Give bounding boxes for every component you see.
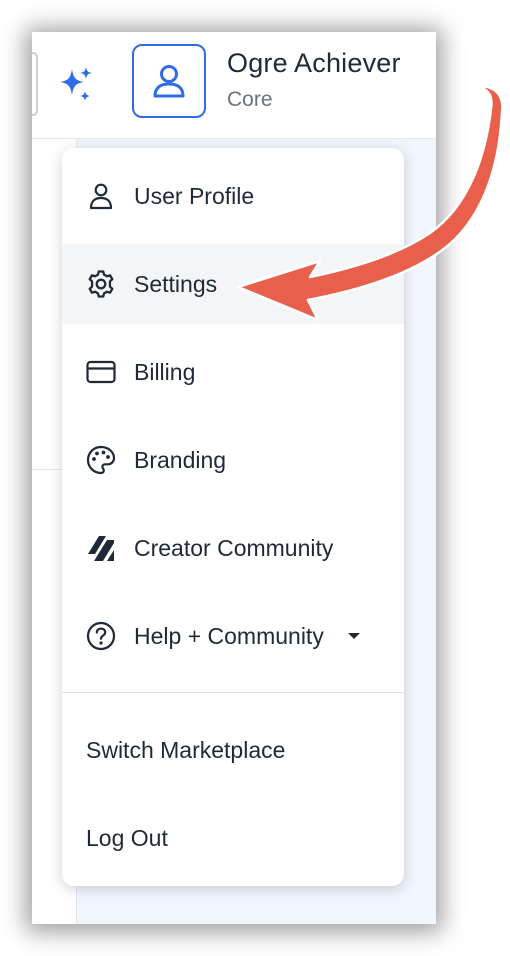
account-dropdown-menu: User Profile Settings Billing Branding C… xyxy=(62,148,404,886)
menu-item-help-community[interactable]: Help + Community xyxy=(62,596,404,676)
menu-item-log-out[interactable]: Log Out xyxy=(62,808,404,868)
menu-item-billing[interactable]: Billing xyxy=(62,332,404,412)
gear-icon xyxy=(84,267,118,301)
user-plan: Core xyxy=(227,88,273,111)
menu-item-label: Switch Marketplace xyxy=(86,736,286,763)
sparkle-icon[interactable] xyxy=(56,65,96,105)
user-avatar-icon xyxy=(153,65,185,98)
community-logo-icon xyxy=(84,531,118,565)
menu-item-label: Billing xyxy=(134,358,196,385)
credit-card-icon xyxy=(84,355,118,389)
chevron-down-icon xyxy=(346,631,362,641)
menu-item-settings[interactable]: Settings xyxy=(62,244,404,324)
top-bar: Ogre Achiever Core xyxy=(32,32,436,139)
palette-icon xyxy=(84,443,118,477)
menu-divider xyxy=(62,692,404,693)
menu-item-label: Settings xyxy=(134,270,218,297)
menu-item-label: Help + Community xyxy=(134,622,324,649)
menu-item-label: Creator Community xyxy=(134,534,334,561)
menu-item-label: User Profile xyxy=(134,182,255,209)
menu-item-creator-community[interactable]: Creator Community xyxy=(62,508,404,588)
menu-item-switch-marketplace[interactable]: Switch Marketplace xyxy=(62,720,404,780)
user-name: Ogre Achiever xyxy=(227,48,401,78)
menu-item-label: Log Out xyxy=(86,824,168,851)
menu-item-label: Branding xyxy=(134,446,227,473)
menu-item-branding[interactable]: Branding xyxy=(62,420,404,500)
avatar-button[interactable] xyxy=(132,44,206,118)
collapsed-panel-edge[interactable] xyxy=(32,52,38,116)
question-circle-icon xyxy=(84,619,118,653)
user-icon xyxy=(84,179,118,213)
menu-item-user-profile[interactable]: User Profile xyxy=(62,156,404,236)
